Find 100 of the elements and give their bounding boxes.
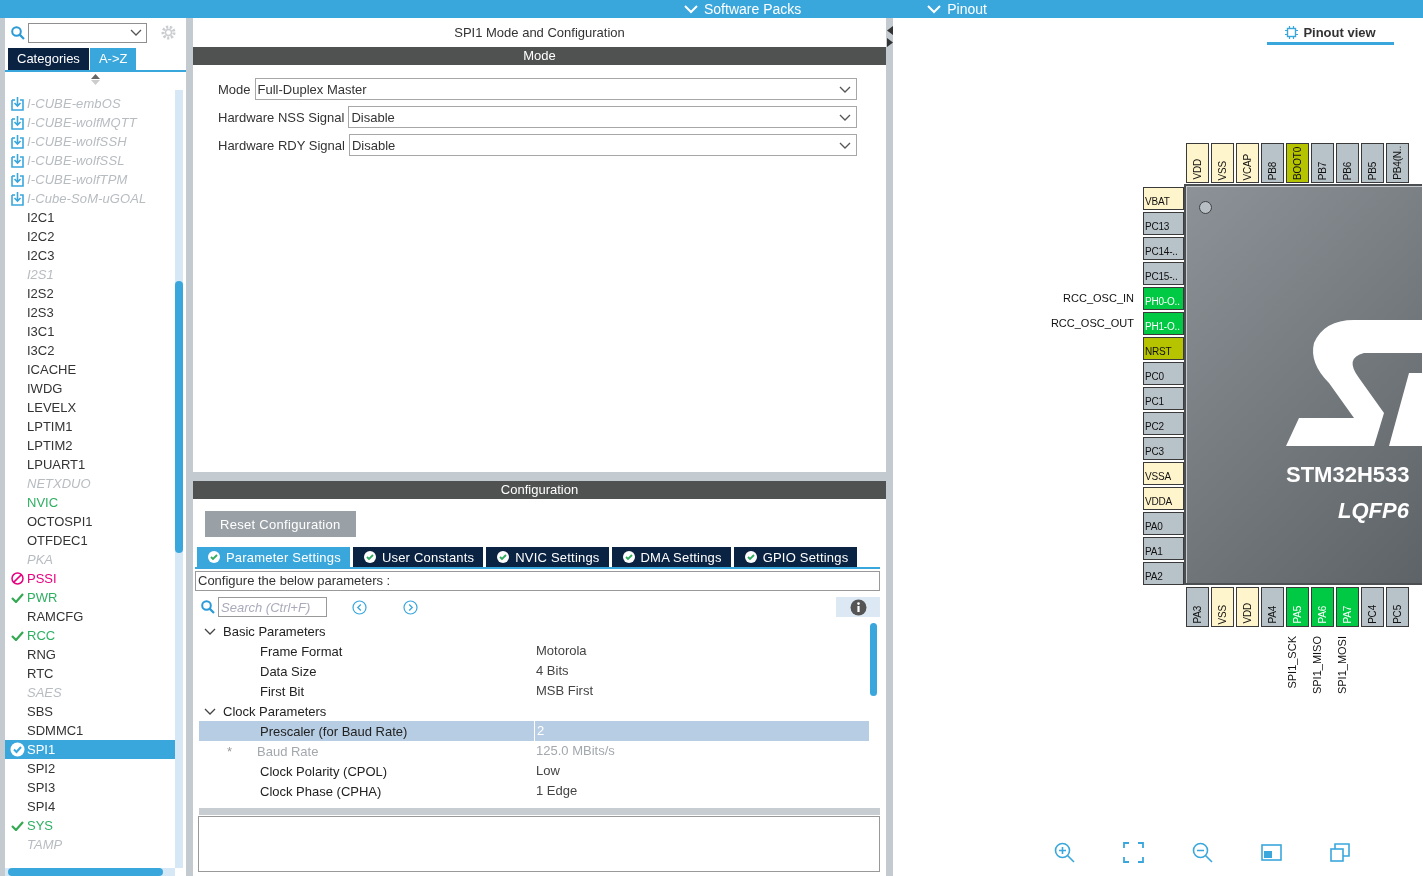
pin[interactable]: PA0 — [1143, 512, 1184, 535]
pin[interactable]: PA1 — [1143, 537, 1184, 560]
peripheral-item[interactable]: SDMMC1 — [5, 721, 175, 740]
scrollbar-thumb[interactable] — [8, 868, 163, 876]
dropdown[interactable]: Disable — [348, 134, 857, 156]
pin[interactable]: PA2 — [1143, 562, 1184, 585]
peripheral-item[interactable]: SPI2 — [5, 759, 175, 778]
peripheral-item[interactable]: OTFDEC1 — [5, 531, 175, 550]
check-icon — [11, 592, 24, 603]
zoom-in-icon[interactable] — [1054, 842, 1075, 863]
scrollbar-thumb[interactable] — [175, 281, 183, 553]
pin[interactable]: NRST — [1143, 337, 1184, 360]
parameter-name[interactable]: Frame Format — [199, 641, 534, 661]
peripheral-item[interactable]: I2C2 — [5, 227, 175, 246]
parameter-name[interactable]: Data Size — [199, 661, 534, 681]
settings-tab[interactable]: GPIO Settings — [733, 547, 858, 567]
peripheral-item[interactable]: RAMCFG — [5, 607, 175, 626]
dropdown[interactable]: Disable — [348, 106, 857, 128]
pin[interactable]: PB5 — [1361, 143, 1384, 183]
pin[interactable]: PC4 — [1361, 587, 1384, 627]
peripheral-item[interactable]: OCTOSPI1 — [5, 512, 175, 531]
panel-title: SPI1 Mode and Configuration — [453, 24, 626, 42]
scroll-up-icon[interactable] — [91, 74, 100, 85]
parameter-value[interactable]: MSB First — [534, 681, 869, 701]
signal-label: RCC_OSC_OUT — [1050, 316, 1134, 331]
info-button[interactable] — [836, 597, 880, 617]
parameter-value[interactable]: 1 Edge — [534, 781, 869, 801]
peripheral-item[interactable]: SPI4 — [5, 797, 175, 816]
dropdown[interactable]: Full-Duplex Master — [254, 78, 857, 100]
peripheral-item[interactable]: RTC — [5, 664, 175, 683]
pin[interactable]: VCAP — [1236, 143, 1259, 183]
layers-icon[interactable] — [1330, 842, 1351, 863]
pin[interactable]: VSSA — [1143, 462, 1184, 485]
parameter-name[interactable]: Clock Phase (CPHA) — [199, 781, 534, 801]
settings-tab[interactable]: NVIC Settings — [486, 547, 609, 567]
scrollbar-track[interactable] — [175, 90, 183, 868]
download-icon — [11, 153, 24, 168]
pin[interactable]: PC15-.. — [1143, 262, 1184, 285]
peripheral-item[interactable]: I2C1 — [5, 208, 175, 227]
next-icon[interactable] — [403, 599, 418, 615]
pin[interactable]: PC5 — [1386, 587, 1409, 627]
pin[interactable]: VDDA — [1143, 487, 1184, 510]
peripheral-item[interactable]: I2S2 — [5, 284, 175, 303]
pin[interactable]: VDD — [1186, 143, 1209, 183]
search-icon — [11, 25, 25, 40]
pin[interactable]: PC1 — [1143, 387, 1184, 410]
peripheral-item[interactable]: I2C3 — [5, 246, 175, 265]
pin[interactable]: PB4(N.. — [1386, 143, 1409, 183]
pin[interactable]: PC0 — [1143, 362, 1184, 385]
tree-group[interactable]: Basic Parameters — [199, 621, 869, 641]
parameter-name[interactable]: Prescaler (for Baud Rate) — [199, 721, 534, 741]
pin[interactable]: PB6 — [1336, 143, 1359, 183]
pin[interactable]: VDD — [1236, 587, 1259, 627]
settings-tab[interactable]: User Constants — [352, 547, 484, 567]
pin[interactable]: BOOT0 — [1286, 143, 1309, 183]
sort-tab[interactable]: Categories — [8, 48, 89, 70]
panel-icon[interactable] — [1261, 842, 1282, 863]
pin[interactable]: PC13 — [1143, 212, 1184, 235]
scrollbar-thumb[interactable] — [870, 623, 877, 696]
download-icon — [11, 96, 24, 111]
parameter-name[interactable]: First Bit — [199, 681, 534, 701]
pin[interactable]: PC3 — [1143, 437, 1184, 460]
peripheral-item[interactable]: PSSI — [5, 569, 175, 588]
pin[interactable]: PA3 — [1186, 587, 1209, 627]
search-field[interactable]: Search (Ctrl+F) — [218, 597, 327, 617]
pin[interactable]: PA4 — [1261, 587, 1284, 627]
pin[interactable]: PB8 — [1261, 143, 1284, 183]
search-field[interactable] — [28, 22, 147, 43]
chip-icon — [1285, 25, 1299, 39]
pin[interactable]: PB7 — [1311, 143, 1334, 183]
parameter-value[interactable]: 4 Bits — [534, 661, 869, 681]
pin[interactable]: VSS — [1211, 587, 1234, 627]
check-circle-icon — [744, 551, 757, 563]
pin[interactable]: PC2 — [1143, 412, 1184, 435]
tree-group[interactable]: Clock Parameters — [199, 701, 869, 721]
peripheral-item[interactable]: I2S3 — [5, 303, 175, 322]
parameter-name[interactable]: Clock Polarity (CPOL) — [199, 761, 534, 781]
settings-icon[interactable] — [160, 24, 177, 41]
previous-icon[interactable] — [352, 599, 367, 615]
peripheral-item[interactable]: SBS — [5, 702, 175, 721]
pin[interactable]: VSS — [1211, 143, 1234, 183]
peripheral-item[interactable]: LEVELX — [5, 398, 175, 417]
pin[interactable]: VBAT — [1143, 187, 1184, 210]
zoom-out-icon[interactable] — [1192, 842, 1213, 863]
peripheral-item[interactable]: IWDG — [5, 379, 175, 398]
parameter-value[interactable]: Low — [534, 761, 869, 781]
fit-screen-icon[interactable] — [1123, 842, 1144, 863]
settings-tab[interactable]: DMA Settings — [611, 547, 731, 567]
parameter-value[interactable]: Motorola — [534, 641, 869, 661]
peripheral-item[interactable]: SPI3 — [5, 778, 175, 797]
chip-package[interactable]: STM32H533 LQFP6 — [1184, 184, 1422, 585]
peripheral-item[interactable]: ICACHE — [5, 360, 175, 379]
peripheral-item[interactable]: LPTIM1 — [5, 417, 175, 436]
peripheral-item[interactable]: I3C1 — [5, 322, 175, 341]
pin[interactable]: PC14-.. — [1143, 237, 1184, 260]
peripheral-item[interactable]: LPUART1 — [5, 455, 175, 474]
peripheral-item[interactable]: LPTIM2 — [5, 436, 175, 455]
peripheral-item[interactable]: I3C2 — [5, 341, 175, 360]
peripheral-item[interactable]: RNG — [5, 645, 175, 664]
view-tab[interactable]: Pinout view — [1267, 22, 1394, 45]
